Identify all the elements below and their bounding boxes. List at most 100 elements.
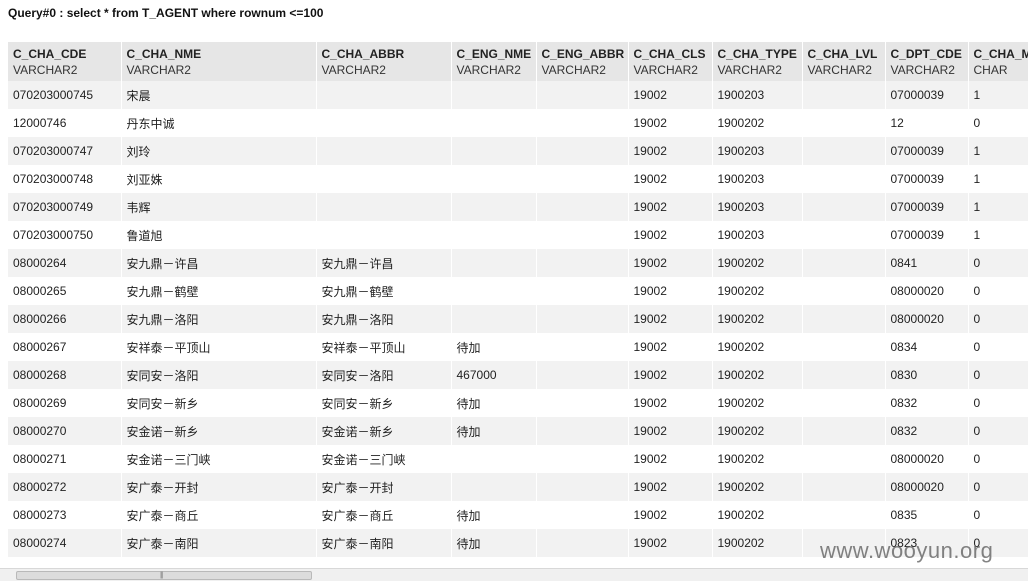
table-cell[interactable]: 安九鼎－鹤壁: [121, 277, 317, 305]
table-cell[interactable]: [802, 165, 886, 193]
table-cell[interactable]: 08000267: [8, 333, 122, 361]
table-cell[interactable]: 刘亚姝: [121, 165, 317, 193]
table-cell[interactable]: 安广泰－开封: [121, 473, 317, 501]
table-cell[interactable]: 安金诺－新乡: [121, 417, 317, 445]
table-cell[interactable]: 19002: [628, 445, 713, 473]
table-cell[interactable]: 1900202: [712, 389, 803, 417]
table-cell[interactable]: 0830: [885, 361, 969, 389]
table-cell[interactable]: [802, 389, 886, 417]
table-row[interactable]: 08000264 安九鼎－许昌 安九鼎－许昌 19002 1900202 0841 0: [8, 249, 1028, 277]
table-cell[interactable]: 08000272: [8, 473, 122, 501]
table-cell[interactable]: [536, 81, 629, 109]
table-cell[interactable]: 07000039: [885, 193, 969, 221]
table-cell[interactable]: 1900203: [712, 165, 803, 193]
table-cell[interactable]: 070203000749: [8, 193, 122, 221]
table-cell[interactable]: [536, 305, 629, 333]
table-cell[interactable]: 韦辉: [121, 193, 317, 221]
table-cell[interactable]: [802, 249, 886, 277]
table-cell[interactable]: 070203000745: [8, 81, 122, 109]
table-cell[interactable]: [536, 137, 629, 165]
table-cell[interactable]: [451, 249, 537, 277]
table-cell[interactable]: [451, 445, 537, 473]
table-cell[interactable]: 鲁道旭: [121, 221, 317, 249]
table-cell[interactable]: 1900202: [712, 109, 803, 137]
table-cell[interactable]: 安广泰－开封: [316, 473, 452, 501]
table-cell[interactable]: 待加: [451, 529, 537, 557]
table-cell[interactable]: [451, 137, 537, 165]
table-cell[interactable]: 08000020: [885, 445, 969, 473]
table-cell[interactable]: 安祥泰－平顶山: [121, 333, 317, 361]
table-cell[interactable]: 070203000747: [8, 137, 122, 165]
table-cell[interactable]: 安九鼎－洛阳: [316, 305, 452, 333]
table-cell[interactable]: 467000: [451, 361, 537, 389]
table-cell[interactable]: 19002: [628, 249, 713, 277]
table-cell[interactable]: 12000746: [8, 109, 122, 137]
table-cell[interactable]: 丹东中诚: [121, 109, 317, 137]
table-row[interactable]: 070203000749 韦辉 19002 1900203 07000039 1: [8, 193, 1028, 221]
table-cell[interactable]: [802, 193, 886, 221]
column-header[interactable]: C_DPT_CDE VARCHAR2: [885, 42, 969, 81]
column-header[interactable]: C_CHA_ABBR VARCHAR2: [316, 42, 452, 81]
table-cell[interactable]: 0: [968, 445, 1028, 473]
table-cell[interactable]: 0: [968, 417, 1028, 445]
table-cell[interactable]: 安广泰－商丘: [316, 501, 452, 529]
column-header[interactable]: C_ENG_NME VARCHAR2: [451, 42, 537, 81]
table-cell[interactable]: 0: [968, 277, 1028, 305]
table-cell[interactable]: [536, 445, 629, 473]
table-cell[interactable]: [536, 333, 629, 361]
scrollbar-thumb[interactable]: |||: [16, 571, 312, 580]
table-cell[interactable]: [451, 193, 537, 221]
table-cell[interactable]: 08000268: [8, 361, 122, 389]
table-cell[interactable]: [536, 473, 629, 501]
table-cell[interactable]: 1: [968, 193, 1028, 221]
table-cell[interactable]: 08000020: [885, 305, 969, 333]
column-header[interactable]: C_CHA_TYPE VARCHAR2: [712, 42, 803, 81]
table-cell[interactable]: 安金诺－三门峡: [121, 445, 317, 473]
table-cell[interactable]: 安金诺－三门峡: [316, 445, 452, 473]
table-cell[interactable]: 待加: [451, 417, 537, 445]
table-cell[interactable]: 1900203: [712, 137, 803, 165]
table-cell[interactable]: [802, 109, 886, 137]
table-cell[interactable]: [451, 221, 537, 249]
table-cell[interactable]: 19002: [628, 305, 713, 333]
column-header[interactable]: C_CHA_M CHAR: [968, 42, 1028, 81]
table-cell[interactable]: 1900202: [712, 249, 803, 277]
table-cell[interactable]: 08000266: [8, 305, 122, 333]
table-cell[interactable]: [802, 445, 886, 473]
table-row[interactable]: 070203000750 鲁道旭 19002 1900203 07000039 1: [8, 221, 1028, 249]
table-cell[interactable]: 19002: [628, 417, 713, 445]
table-cell[interactable]: [536, 417, 629, 445]
table-cell[interactable]: [802, 473, 886, 501]
table-cell[interactable]: 待加: [451, 389, 537, 417]
table-cell[interactable]: 07000039: [885, 81, 969, 109]
table-cell[interactable]: 安九鼎－鹤壁: [316, 277, 452, 305]
table-row[interactable]: 08000267 安祥泰－平顶山 安祥泰－平顶山 待加 19002 1900202 0834…: [8, 333, 1028, 361]
table-cell[interactable]: 0834: [885, 333, 969, 361]
table-cell[interactable]: 1900203: [712, 81, 803, 109]
table-row[interactable]: 08000269 安同安－新乡 安同安－新乡 待加 19002 1900202 0832 0: [8, 389, 1028, 417]
table-row[interactable]: 08000266 安九鼎－洛阳 安九鼎－洛阳 19002 1900202 08000020…: [8, 305, 1028, 333]
table-cell[interactable]: 19002: [628, 81, 713, 109]
table-row[interactable]: 08000272 安广泰－开封 安广泰－开封 19002 1900202 08000020…: [8, 473, 1028, 501]
table-cell[interactable]: [451, 277, 537, 305]
table-cell[interactable]: 1900202: [712, 417, 803, 445]
table-cell[interactable]: 0832: [885, 417, 969, 445]
table-cell[interactable]: [451, 81, 537, 109]
table-cell[interactable]: 19002: [628, 221, 713, 249]
table-cell[interactable]: 安九鼎－许昌: [121, 249, 317, 277]
table-row[interactable]: 08000265 安九鼎－鹤壁 安九鼎－鹤壁 19002 1900202 08000020…: [8, 277, 1028, 305]
table-cell[interactable]: 08000271: [8, 445, 122, 473]
table-cell[interactable]: 宋晨: [121, 81, 317, 109]
table-cell[interactable]: 1900202: [712, 529, 803, 557]
table-cell[interactable]: [316, 165, 452, 193]
table-cell[interactable]: 0: [968, 109, 1028, 137]
column-header[interactable]: C_CHA_CDE VARCHAR2: [8, 42, 122, 81]
table-cell[interactable]: [802, 277, 886, 305]
table-cell[interactable]: 安九鼎－洛阳: [121, 305, 317, 333]
table-cell[interactable]: 安同安－新乡: [316, 389, 452, 417]
table-cell[interactable]: 19002: [628, 109, 713, 137]
table-cell[interactable]: 1900202: [712, 305, 803, 333]
table-row[interactable]: 08000270 安金诺－新乡 安金诺－新乡 待加 19002 1900202 0832 0: [8, 417, 1028, 445]
table-cell[interactable]: 1900202: [712, 501, 803, 529]
table-cell[interactable]: [536, 501, 629, 529]
